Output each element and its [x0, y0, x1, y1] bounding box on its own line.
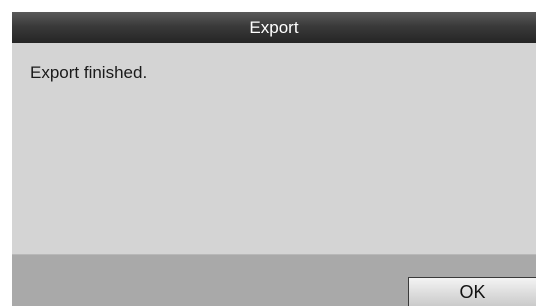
dialog-footer: OK — [12, 254, 536, 306]
export-dialog: Export Export finished. OK — [12, 12, 536, 306]
ok-button[interactable]: OK — [408, 277, 536, 306]
dialog-title: Export — [12, 12, 536, 43]
dialog-content: Export finished. — [12, 43, 536, 254]
export-status-message: Export finished. — [30, 63, 148, 82]
